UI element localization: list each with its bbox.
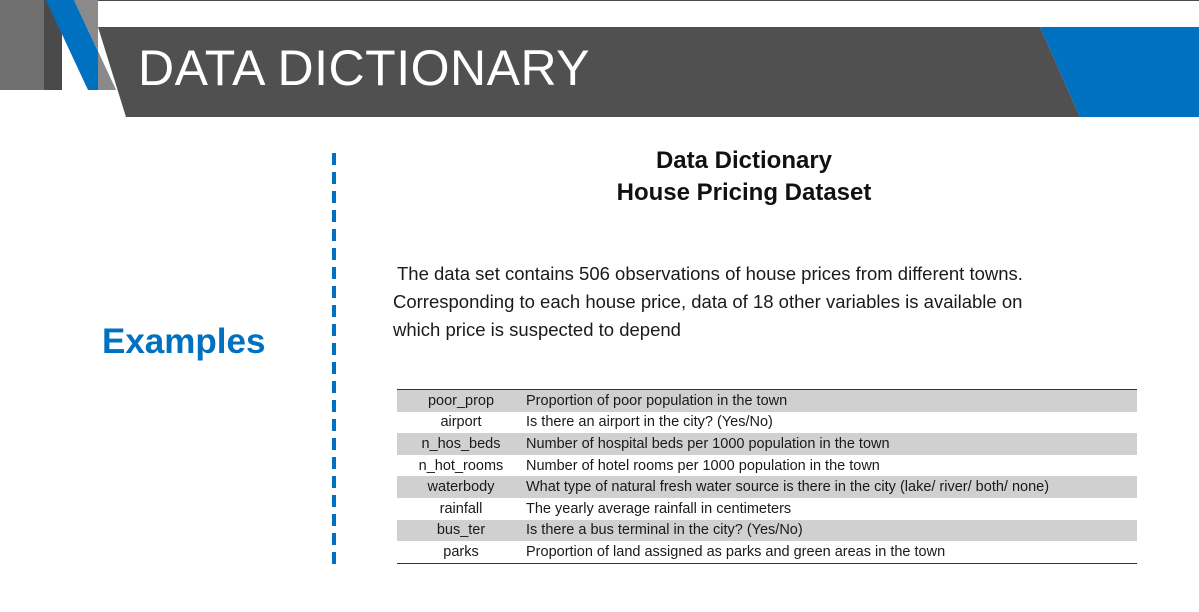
dataset-description: The data set contains 506 observations o… bbox=[393, 260, 1123, 344]
document-title: Data Dictionary House Pricing Dataset bbox=[544, 145, 944, 209]
variable-description-cell: Is there a bus terminal in the city? (Ye… bbox=[525, 519, 1137, 542]
description-line-3: which price is suspected to depend bbox=[393, 319, 681, 340]
variable-name-cell: bus_ter bbox=[397, 519, 525, 542]
variable-description-cell: The yearly average rainfall in centimete… bbox=[526, 500, 792, 517]
variable-description-cell: Proportion of land assigned as parks and… bbox=[526, 543, 946, 560]
document-title-line1: Data Dictionary bbox=[655, 147, 833, 174]
header-left-gray-block bbox=[0, 0, 46, 90]
section-label-examples: Examples bbox=[102, 322, 266, 361]
variable-name-cell: parks bbox=[443, 543, 479, 560]
document-title-line2: House Pricing Dataset bbox=[616, 179, 872, 206]
table-row: parks Proportion of land assigned as par… bbox=[397, 541, 1137, 563]
table-row: bus_ter Is there a bus terminal in the c… bbox=[397, 519, 1137, 542]
variable-name-cell: n_hot_rooms bbox=[418, 457, 504, 474]
table-row: airport Is there an airport in the city?… bbox=[397, 412, 1137, 434]
variable-name-cell: poor_prop bbox=[397, 389, 525, 412]
description-line-1: The data set contains 506 observations o… bbox=[397, 263, 1023, 284]
variable-name-cell: airport bbox=[440, 414, 482, 431]
variable-name-cell: n_hos_beds bbox=[397, 433, 525, 455]
variable-description-cell: Number of hospital beds per 1000 populat… bbox=[525, 433, 1137, 455]
slide: DATA DICTIONARY Examples Data Dictionary… bbox=[0, 0, 1199, 612]
slide-title: DATA DICTIONARY bbox=[138, 40, 591, 96]
table-row: n_hos_beds Number of hospital beds per 1… bbox=[397, 433, 1137, 455]
data-dictionary-table: poor_prop Proportion of poor population … bbox=[397, 389, 1137, 564]
variable-description-cell: Proportion of poor population in the tow… bbox=[525, 389, 1137, 412]
table-row: rainfall The yearly average rainfall in … bbox=[397, 498, 1137, 520]
table-row: waterbody What type of natural fresh wat… bbox=[397, 476, 1137, 498]
variable-name-cell: rainfall bbox=[439, 500, 483, 517]
table-row: n_hot_rooms Number of hotel rooms per 10… bbox=[397, 455, 1137, 477]
description-line-2: Corresponding to each house price, data … bbox=[393, 291, 1023, 312]
variable-description-cell: What type of natural fresh water source … bbox=[525, 476, 1137, 498]
variable-description-cell: Is there an airport in the city? (Yes/No… bbox=[526, 414, 773, 431]
variable-description-cell: Number of hotel rooms per 1000 populatio… bbox=[526, 457, 880, 474]
dashed-divider bbox=[332, 153, 336, 570]
table-row: poor_prop Proportion of poor population … bbox=[397, 389, 1137, 412]
variable-name-cell: waterbody bbox=[397, 476, 525, 498]
